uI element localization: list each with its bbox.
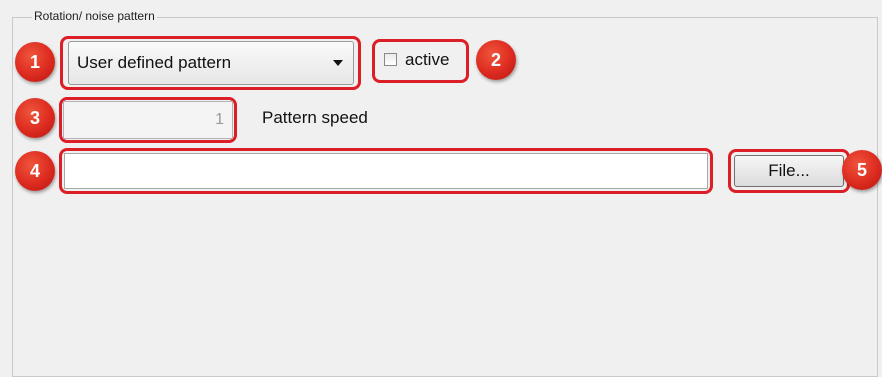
file-button[interactable]: File...: [734, 155, 844, 187]
pattern-speed-label: Pattern speed: [262, 108, 368, 127]
active-checkbox-label[interactable]: active: [405, 50, 449, 70]
pattern-select[interactable]: User defined pattern: [68, 41, 354, 85]
group-title: Rotation/ noise pattern: [32, 8, 157, 24]
pattern-speed-input[interactable]: 1: [63, 101, 233, 139]
pattern-select-value: User defined pattern: [77, 53, 232, 72]
pattern-file-path-input[interactable]: [64, 153, 708, 189]
callout-badge-3: 3: [15, 98, 55, 138]
callout-badge-5: 5: [842, 150, 882, 190]
chevron-down-icon[interactable]: [333, 60, 343, 66]
callout-badge-2: 2: [476, 40, 516, 80]
callout-badge-1: 1: [15, 42, 55, 82]
active-checkbox[interactable]: [384, 53, 397, 66]
callout-badge-4: 4: [15, 151, 55, 191]
